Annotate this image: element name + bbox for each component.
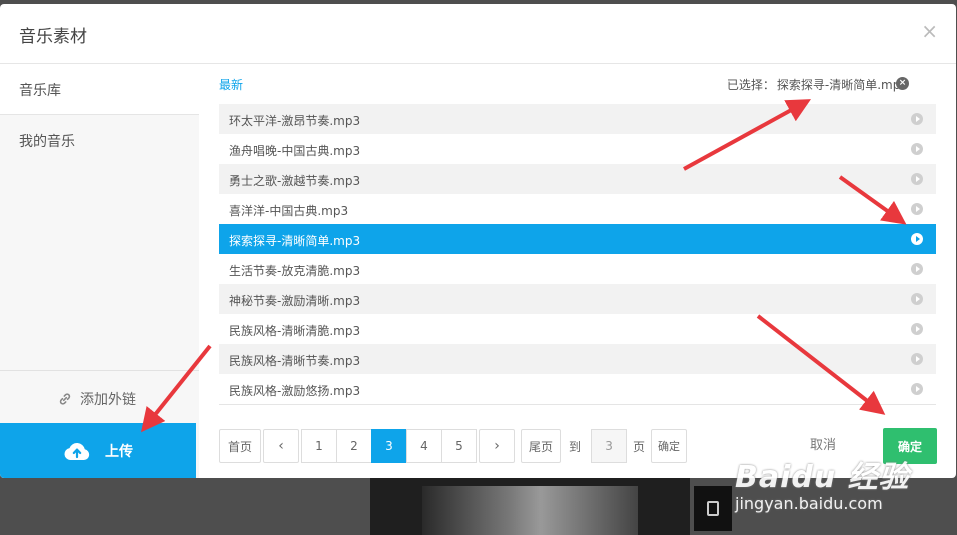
goto-label: 到 xyxy=(569,439,582,454)
page-button-2[interactable]: 2 xyxy=(336,429,372,463)
play-icon[interactable] xyxy=(911,383,923,395)
track-name: 渔舟唱晚-中国古典.mp3 xyxy=(229,144,361,158)
upload-button[interactable]: 上传 xyxy=(0,423,196,478)
page-button-1[interactable]: 1 xyxy=(301,429,337,463)
play-icon[interactable] xyxy=(911,323,923,335)
play-icon[interactable] xyxy=(911,143,923,155)
track-name: 生活节奏-放克清脆.mp3 xyxy=(229,264,361,278)
last-page-button[interactable]: 尾页 xyxy=(521,429,561,463)
watermark-logo: Baidu 经验 xyxy=(735,460,910,495)
link-icon xyxy=(59,393,71,405)
next-page-button[interactable]: › xyxy=(479,429,515,463)
track-name: 喜洋洋-中国古典.mp3 xyxy=(229,204,349,218)
watermark-url: jingyan.baidu.com xyxy=(735,494,883,513)
track-name: 民族风格-清晰节奏.mp3 xyxy=(229,354,361,368)
add-external-link-button[interactable]: 添加外链 xyxy=(0,371,199,422)
background-mobile-button xyxy=(694,486,732,531)
track-row[interactable]: 渔舟唱晚-中国古典.mp3 xyxy=(219,134,936,164)
list-divider xyxy=(219,404,936,405)
track-row[interactable]: 民族风格-激励悠扬.mp3 xyxy=(219,374,936,404)
mobile-icon xyxy=(707,501,719,516)
page-button-5[interactable]: 5 xyxy=(441,429,477,463)
track-name: 环太平洋-激昂节奏.mp3 xyxy=(229,114,361,128)
goto-page-input[interactable]: 3 xyxy=(591,429,628,463)
track-name: 勇士之歌-激越节奏.mp3 xyxy=(229,174,361,188)
clear-selection-icon[interactable]: × xyxy=(896,77,909,90)
sidebar-item-my-music[interactable]: 我的音乐 xyxy=(0,115,199,165)
play-icon[interactable] xyxy=(911,263,923,275)
cloud-upload-icon xyxy=(64,442,90,460)
track-name: 民族风格-清晰清脆.mp3 xyxy=(229,324,361,338)
page-button-4[interactable]: 4 xyxy=(406,429,442,463)
add-external-link-label: 添加外链 xyxy=(80,392,136,408)
track-row[interactable]: 民族风格-清晰节奏.mp3 xyxy=(219,344,936,374)
prev-page-button[interactable]: ‹ xyxy=(263,429,299,463)
track-row[interactable]: 勇士之歌-激越节奏.mp3 xyxy=(219,164,936,194)
selected-prefix: 已选择： xyxy=(726,78,775,92)
selected-track-name: 探索探寻-清晰简单.mp3 xyxy=(776,78,908,92)
track-name: 探索探寻-清晰简单.mp3 xyxy=(229,234,361,248)
play-icon[interactable] xyxy=(911,353,923,365)
selected-track-info: 已选择： 探索探寻-清晰简单.mp3 xyxy=(727,76,908,93)
upload-label: 上传 xyxy=(105,443,133,460)
sidebar-item-label: 音乐库 xyxy=(19,83,61,99)
track-row[interactable]: 神秘节奏-激励清晰.mp3 xyxy=(219,284,936,314)
play-icon[interactable] xyxy=(911,293,923,305)
main-panel: 最新 已选择： 探索探寻-清晰简单.mp3 × 环太平洋-激昂节奏.mp3 渔舟唱… xyxy=(219,64,937,478)
first-page-button[interactable]: 首页 xyxy=(219,429,261,463)
dialog-title: 音乐素材 xyxy=(19,27,87,47)
play-icon[interactable] xyxy=(911,113,923,125)
tab-latest[interactable]: 最新 xyxy=(219,76,243,93)
goto-confirm-button[interactable]: 确定 xyxy=(651,429,688,463)
music-material-dialog: 音乐素材 × 音乐库 我的音乐 添加外链 上传 最新 已选择： 探索探寻-清晰简… xyxy=(0,4,956,478)
track-list: 环太平洋-激昂节奏.mp3 渔舟唱晚-中国古典.mp3 勇士之歌-激越节奏.mp3 喜… xyxy=(219,104,936,404)
track-row[interactable]: 生活节奏-放克清脆.mp3 xyxy=(219,254,936,284)
baidu-watermark: Baidu 经验 jingyan.baidu.com xyxy=(735,452,910,513)
dialog-header: 音乐素材 × xyxy=(0,4,956,64)
play-icon[interactable] xyxy=(911,203,923,215)
play-icon[interactable] xyxy=(911,173,923,185)
page-button-3[interactable]: 3 xyxy=(371,429,407,463)
track-name: 神秘节奏-激励清晰.mp3 xyxy=(229,294,361,308)
sidebar-item-music-library[interactable]: 音乐库 xyxy=(0,64,199,115)
play-icon[interactable] xyxy=(911,233,923,245)
track-row[interactable]: 民族风格-清晰清脆.mp3 xyxy=(219,314,936,344)
background-preview-image xyxy=(422,486,638,535)
pagination: 首页 ‹ 1 2 3 4 5 › 尾页 到 3 页 确定 xyxy=(219,428,688,464)
track-row[interactable]: 探索探寻-清晰简单.mp3 xyxy=(219,224,936,254)
sidebar-item-label: 我的音乐 xyxy=(19,134,75,150)
sidebar: 音乐库 我的音乐 添加外链 上传 xyxy=(0,64,199,478)
page-unit-label: 页 xyxy=(633,439,646,454)
track-row[interactable]: 喜洋洋-中国古典.mp3 xyxy=(219,194,936,224)
track-name: 民族风格-激励悠扬.mp3 xyxy=(229,384,361,398)
track-row[interactable]: 环太平洋-激昂节奏.mp3 xyxy=(219,104,936,134)
close-button[interactable]: × xyxy=(921,20,938,42)
